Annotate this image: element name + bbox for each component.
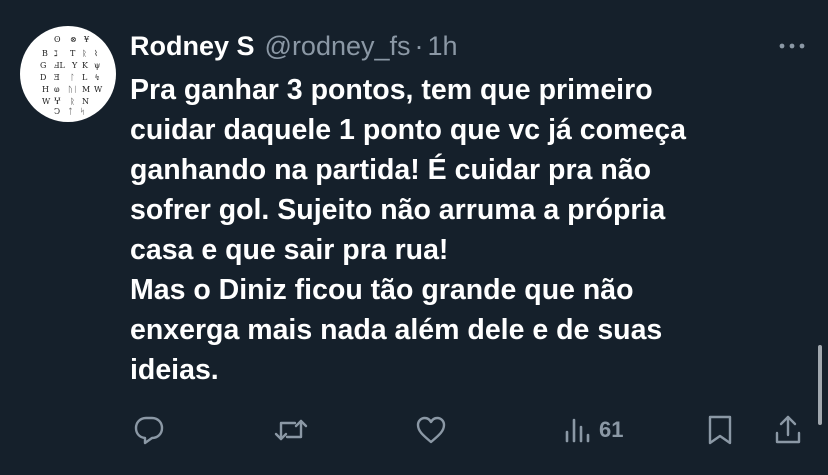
author-handle[interactable]: @rodney_fs [265, 28, 411, 64]
views-count: 61 [599, 417, 624, 442]
avatar[interactable]: ʘ ⊗ ¥ B ℷ T ᚱ ⌇ G ℲL Y K ψ D Ǝ ᛚ L ↯ H ⱷ [20, 26, 116, 122]
share-icon [775, 415, 801, 444]
svg-text:Ǝ: Ǝ [54, 73, 60, 82]
tweet-text-line: Pra ganhar 3 pontos, tem que primeiro [130, 74, 653, 106]
tweet-text-line: casa e que sair pra rua! [130, 234, 449, 266]
tweet-text-line: ganhando na partida! É cuidar pra não [130, 154, 651, 186]
svg-text:ᚱ: ᚱ [70, 97, 75, 106]
svg-text:H: H [42, 85, 49, 94]
reply-button[interactable] [132, 410, 166, 450]
svg-text:ℲL: ℲL [54, 61, 66, 70]
svg-text:ℷ: ℷ [54, 49, 58, 58]
svg-text:⊗: ⊗ [70, 35, 77, 44]
author-name[interactable]: Rodney S [130, 28, 255, 64]
like-button[interactable] [414, 410, 448, 450]
svg-text:G: G [40, 61, 46, 70]
svg-text:Y: Y [71, 61, 78, 70]
svg-text:ⱷ: ⱷ [54, 85, 60, 94]
tweet-text-line: sofrer gol. Sujeito não arruma a própria [130, 194, 666, 226]
svg-text:D: D [40, 73, 46, 82]
svg-text:W: W [94, 85, 103, 94]
tweet-header: Rodney S @rodney_fs · 1h [130, 28, 458, 64]
tweet-time[interactable]: 1h [428, 28, 458, 64]
svg-text:ᛏ: ᛏ [68, 107, 73, 116]
more-options-button[interactable] [776, 36, 808, 56]
svg-text:L: L [82, 73, 88, 82]
tweet-text-line: ideias. [130, 354, 219, 386]
reply-bubble-icon [134, 416, 164, 445]
svg-text:ʘ: ʘ [54, 35, 61, 44]
svg-text:ᚢᛁ: ᚢᛁ [68, 85, 78, 94]
svg-text:W: W [42, 97, 51, 106]
views-button[interactable]: 61 [563, 410, 623, 450]
bookmark-button[interactable] [706, 410, 734, 450]
tweet-card[interactable]: ʘ ⊗ ¥ B ℷ T ᚱ ⌇ G ℲL Y K ψ D Ǝ ᛚ L ↯ H ⱷ [0, 0, 828, 475]
retweet-button[interactable] [273, 410, 309, 450]
alphabet-symbols-icon: ʘ ⊗ ¥ B ℷ T ᚱ ⌇ G ℲL Y K ψ D Ǝ ᛚ L ↯ H ⱷ [40, 35, 103, 116]
svg-text:¥: ¥ [83, 35, 90, 44]
bar-chart-icon [565, 418, 590, 443]
svg-text:Ↄ: Ↄ [54, 107, 60, 116]
svg-text:Ⴤ: Ⴤ [54, 97, 61, 106]
tweet-text-line: Mas o Diniz ficou tão grande que não [130, 274, 634, 306]
tweet-text: Pra ganhar 3 pontos, tem que primeiro cu… [130, 70, 770, 390]
retweet-icon [274, 419, 308, 441]
svg-text:T: T [70, 49, 76, 58]
svg-text:⌇: ⌇ [94, 49, 98, 58]
more-dots-icon [779, 43, 805, 49]
header-separator: · [414, 31, 424, 61]
svg-text:K: K [82, 61, 89, 70]
tweet-text-line: cuidar daquele 1 ponto que vc já começa [130, 114, 686, 146]
svg-text:N: N [82, 97, 89, 106]
svg-text:ᛋ: ᛋ [80, 107, 85, 116]
svg-text:ψ: ψ [94, 61, 100, 70]
tweet-actions: 61 [0, 410, 828, 450]
svg-text:B: B [42, 49, 48, 58]
bookmark-icon [708, 415, 732, 445]
tweet-text-line: enxerga mais nada além dele e de suas [130, 314, 663, 346]
svg-text:ᛚ: ᛚ [70, 73, 75, 82]
svg-text:ᚱ: ᚱ [82, 49, 87, 58]
svg-text:M: M [82, 85, 90, 94]
heart-icon [416, 416, 446, 444]
share-button[interactable] [772, 410, 804, 450]
svg-text:↯: ↯ [94, 73, 101, 82]
scrollbar-thumb[interactable] [818, 345, 822, 425]
